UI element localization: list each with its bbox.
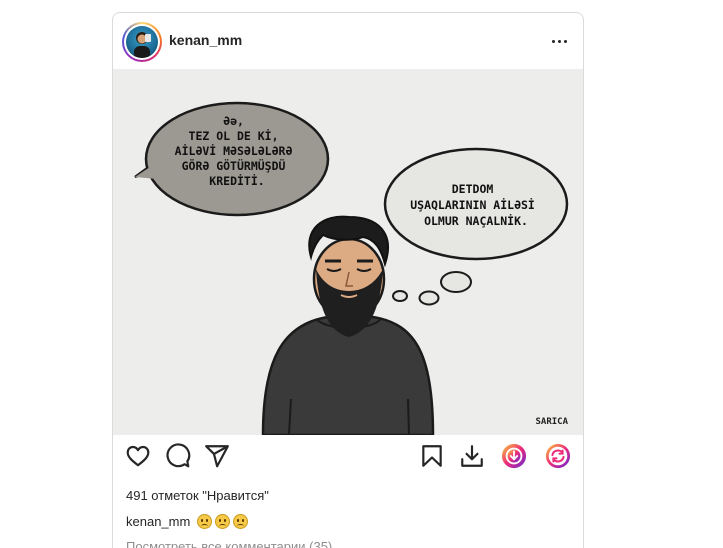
- worried-face-emoji: [233, 514, 249, 529]
- post-username[interactable]: kenan_mm: [169, 32, 242, 48]
- post-actions: [113, 443, 583, 477]
- repost-circle-icon: [545, 443, 571, 469]
- bubble-right-line-1: DETDOM: [452, 182, 494, 196]
- save-button[interactable]: [419, 443, 447, 471]
- like-button[interactable]: [125, 443, 153, 471]
- worried-face-emoji: [215, 514, 231, 529]
- likes-count[interactable]: 491 отметок "Нравится": [126, 488, 269, 503]
- post-image[interactable]: Əə, TEZ OL DE Kİ, AİLƏVİ MƏSƏLƏLƏRƏ GÖRƏ…: [113, 69, 583, 435]
- bubble-right-line-3: OLMUR NAÇALNİK.: [424, 213, 528, 228]
- share-button[interactable]: [204, 443, 232, 471]
- artist-signature: SARICA: [535, 417, 568, 427]
- bubble-right-line-2: UŞAQLARININ AİLƏSİ: [410, 197, 535, 212]
- download-button[interactable]: [459, 443, 487, 471]
- post-header: kenan_mm: [113, 13, 583, 69]
- more-horizontal-icon: [551, 39, 555, 43]
- avatar: [126, 26, 158, 58]
- download-icon: [461, 445, 483, 467]
- bubble-left-line-5: KREDİTİ.: [209, 173, 264, 188]
- bubble-left-line-1: Əə,: [223, 114, 244, 128]
- comment-button[interactable]: [165, 443, 193, 471]
- comment-icon: [166, 443, 191, 468]
- more-options-button[interactable]: [547, 31, 571, 51]
- bubble-left-line-2: TEZ OL DE Kİ,: [189, 128, 279, 143]
- bubble-left-line-3: AİLƏVİ MƏSƏLƏLƏRƏ: [175, 143, 293, 158]
- post-caption: kenan_mm: [126, 514, 249, 529]
- cartoon-illustration: Əə, TEZ OL DE Kİ, AİLƏVİ MƏSƏLƏLƏRƏ GÖRƏ…: [113, 69, 583, 435]
- heart-icon: [126, 445, 150, 467]
- worried-face-emoji: [197, 514, 213, 529]
- story-ring[interactable]: [122, 22, 162, 62]
- send-icon: [205, 445, 229, 468]
- extension-repost-button[interactable]: [545, 443, 573, 471]
- bookmark-icon: [422, 445, 442, 467]
- bubble-left-line-4: GÖRƏ GÖTÜRMÜŞDÜ: [182, 158, 286, 173]
- extension-download-button[interactable]: [501, 443, 529, 471]
- avatar-image: [134, 32, 151, 58]
- page: kenan_mm Əə, TEZ OL DE Kİ, AİLƏVİ MƏSƏLƏ…: [0, 0, 723, 548]
- instagram-post: kenan_mm Əə, TEZ OL DE Kİ, AİLƏVİ MƏSƏLƏ…: [112, 12, 584, 548]
- download-circle-icon: [501, 443, 527, 469]
- caption-username[interactable]: kenan_mm: [126, 514, 190, 529]
- view-comments-link[interactable]: Посмотреть все комментарии (35): [126, 539, 332, 548]
